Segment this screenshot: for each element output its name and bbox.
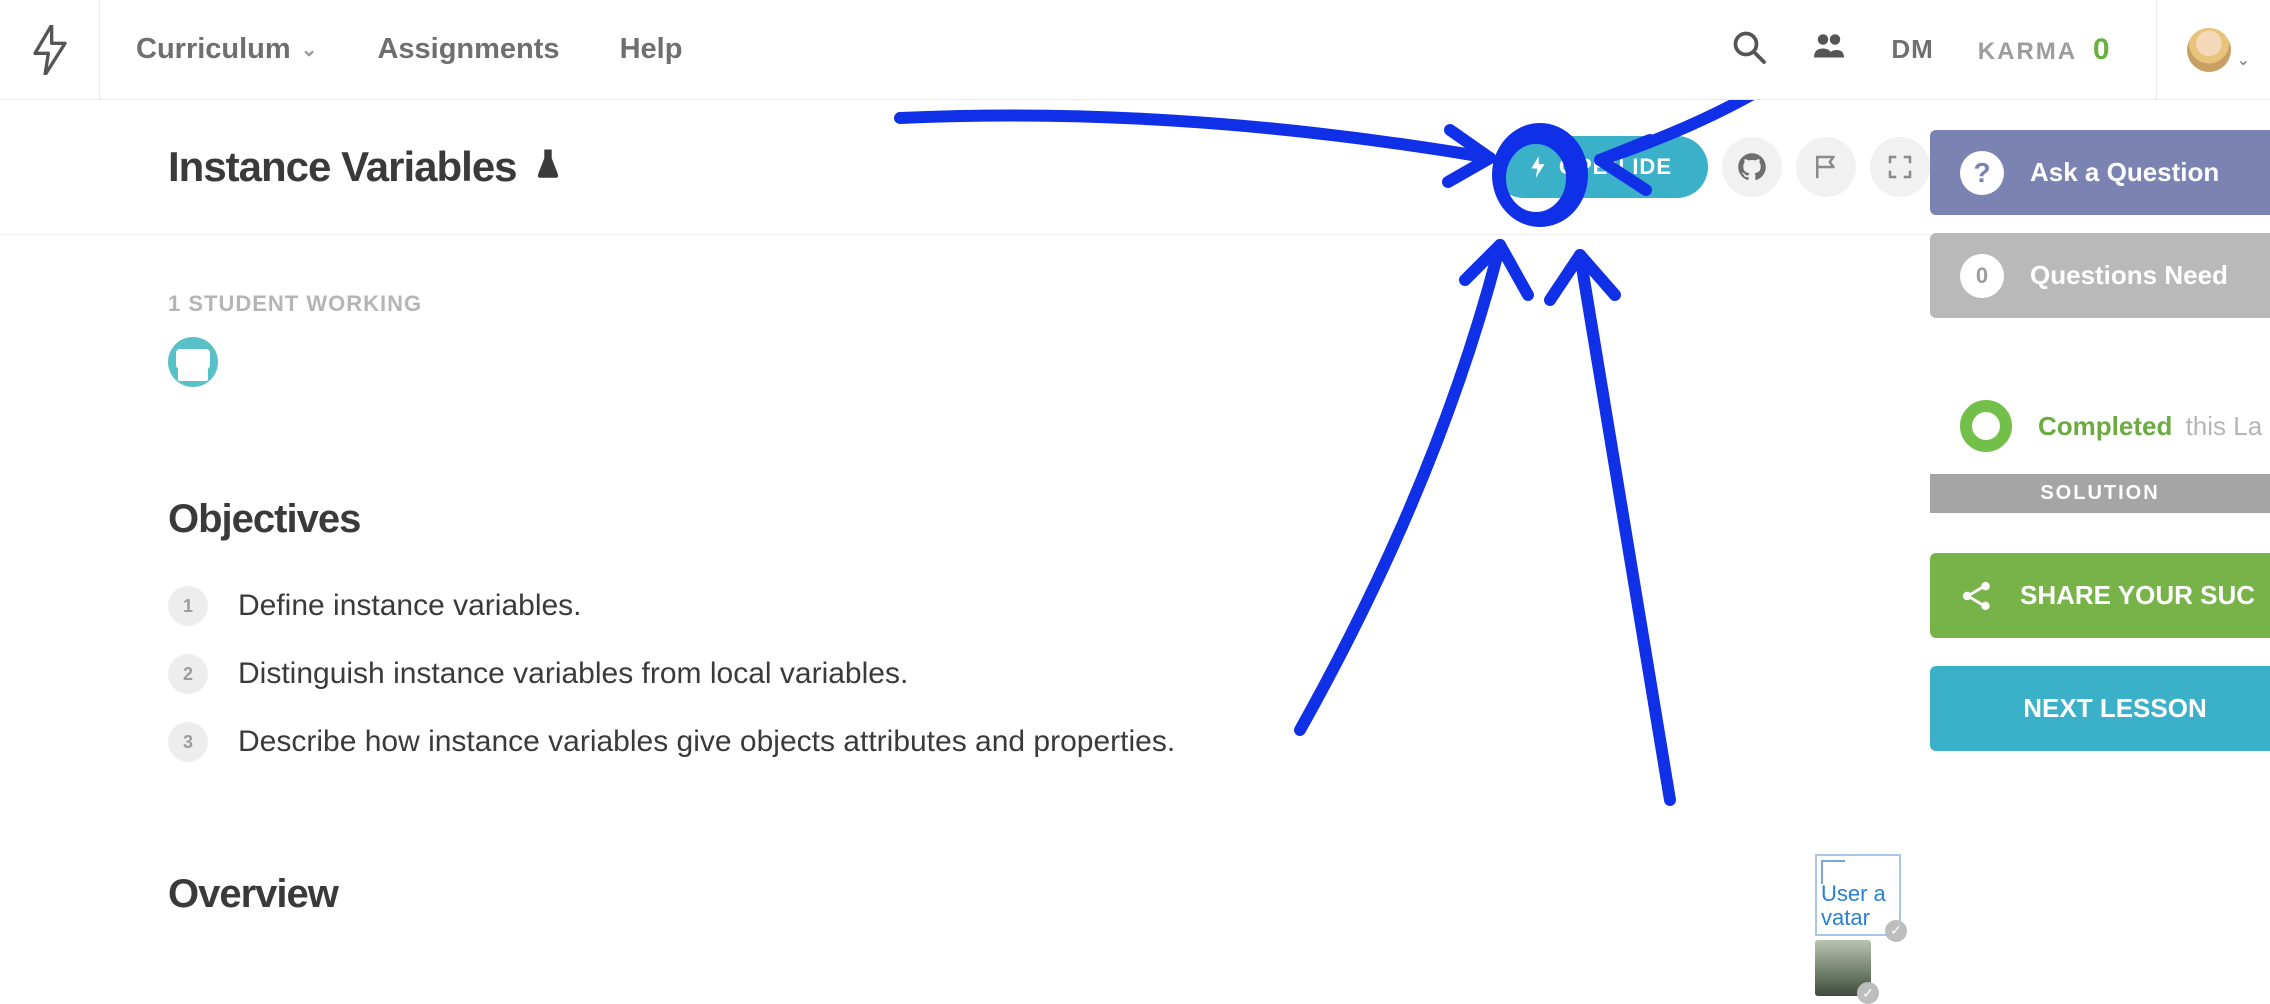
completed-card: Completed this La: [1930, 378, 2270, 474]
github-button[interactable]: [1722, 137, 1782, 197]
nav-assignments-label: Assignments: [377, 33, 559, 66]
student-avatar[interactable]: [168, 337, 218, 387]
github-icon: [1737, 152, 1767, 182]
ask-question-button[interactable]: ? Ask a Question: [1930, 130, 2270, 215]
objective-text: Distinguish instance variables from loca…: [238, 657, 908, 691]
lesson-content: 1 STUDENT WORKING Objectives 1 Define in…: [0, 235, 1930, 917]
flag-icon: [1811, 152, 1841, 182]
search-button[interactable]: [1731, 29, 1767, 70]
top-nav: Curriculum ⌄ Assignments Help DM K: [0, 0, 2270, 100]
karma-display: KARMA 0: [1978, 33, 2112, 67]
open-ide-button[interactable]: OPEN IDE: [1493, 136, 1708, 198]
nav-curriculum[interactable]: Curriculum ⌄: [136, 33, 317, 66]
nav-help[interactable]: Help: [620, 33, 683, 66]
user-thumbnails: User avatar ✓ ✓: [1815, 854, 1905, 996]
chevron-down-icon: ⌄: [2237, 50, 2250, 70]
nav-right: DM KARMA 0 ⌄: [1731, 0, 2250, 100]
list-number: 2: [168, 654, 208, 694]
broken-image-alt: User avatar: [1821, 881, 1886, 930]
check-badge-icon: ✓: [1857, 982, 1879, 1004]
page-title-text: Instance Variables: [168, 143, 517, 191]
objectives-heading: Objectives: [168, 497, 1930, 542]
people-button[interactable]: [1811, 29, 1847, 70]
completed-suffix: this La: [2186, 411, 2263, 441]
share-icon: [1960, 579, 1994, 613]
flag-button[interactable]: [1796, 137, 1856, 197]
broken-image[interactable]: User avatar ✓: [1815, 854, 1901, 936]
solution-button[interactable]: SOLUTION: [1930, 474, 2270, 513]
list-number: 3: [168, 722, 208, 762]
bolt-icon: [1529, 156, 1547, 178]
nav-links: Curriculum ⌄ Assignments Help: [136, 33, 682, 66]
side-panel: ? Ask a Question 0 Questions Need Comple…: [1930, 100, 2270, 769]
page-title: Instance Variables: [168, 143, 561, 191]
ask-question-label: Ask a Question: [2030, 157, 2219, 188]
questions-need-label: Questions Need: [2030, 260, 2228, 291]
overview-heading: Overview: [168, 872, 1930, 917]
nav-help-label: Help: [620, 33, 683, 66]
students-working-label: 1 STUDENT WORKING: [168, 291, 1930, 317]
objective-text: Define instance variables.: [238, 589, 582, 623]
chevron-down-icon: ⌄: [301, 37, 318, 62]
questions-need-button[interactable]: 0 Questions Need: [1930, 233, 2270, 318]
share-label: SHARE YOUR SUC: [2020, 580, 2255, 611]
next-lesson-label: NEXT LESSON: [2023, 693, 2206, 724]
next-lesson-button[interactable]: NEXT LESSON: [1930, 666, 2270, 751]
expand-icon: [1885, 152, 1915, 182]
open-ide-label: OPEN IDE: [1559, 154, 1672, 180]
karma-value: 0: [2093, 33, 2112, 66]
check-badge-icon: ✓: [1885, 920, 1907, 942]
list-item: 1 Define instance variables.: [168, 586, 1930, 626]
objectives-list: 1 Define instance variables. 2 Distingui…: [168, 586, 1930, 762]
logo[interactable]: [0, 0, 100, 100]
flask-icon: [535, 147, 561, 187]
dm-link[interactable]: DM: [1891, 34, 1933, 65]
bolt-logo-icon: [30, 25, 70, 75]
karma-label: KARMA: [1978, 38, 2076, 65]
nav-curriculum-label: Curriculum: [136, 33, 291, 66]
share-success-button[interactable]: SHARE YOUR SUC: [1930, 553, 2270, 638]
objective-text: Describe how instance variables give obj…: [238, 725, 1175, 759]
progress-ring-icon: [1960, 400, 2012, 452]
completed-label: Completed: [2038, 411, 2172, 441]
user-menu[interactable]: ⌄: [2156, 0, 2250, 100]
question-mark-icon: ?: [1960, 151, 2004, 195]
nav-assignments[interactable]: Assignments: [377, 33, 559, 66]
people-icon: [1811, 29, 1847, 65]
expand-button[interactable]: [1870, 137, 1930, 197]
list-item: 3 Describe how instance variables give o…: [168, 722, 1930, 762]
avatar: [2187, 28, 2231, 72]
search-icon: [1731, 29, 1767, 65]
list-item: 2 Distinguish instance variables from lo…: [168, 654, 1930, 694]
questions-count-badge: 0: [1960, 254, 2004, 298]
list-number: 1: [168, 586, 208, 626]
